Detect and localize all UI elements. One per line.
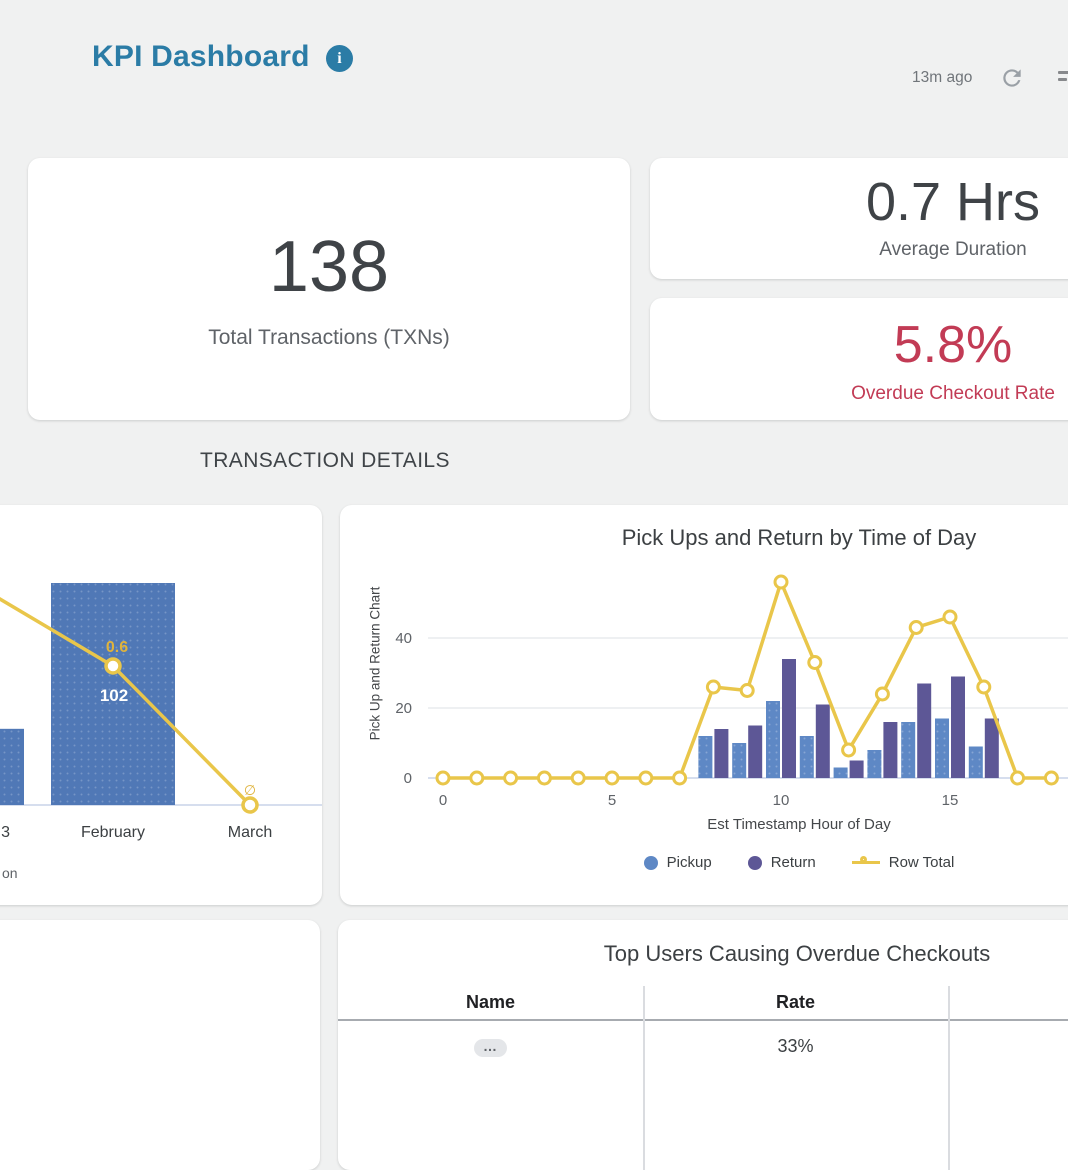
- filter-bar: [1058, 78, 1067, 81]
- pickup-dot-icon: [644, 856, 658, 870]
- monthly-transactions-chart[interactable]: 0.6 102 ∅ 3 February March on: [0, 505, 322, 905]
- refresh-icon[interactable]: [999, 65, 1025, 91]
- table-header-row: Name Rate: [338, 986, 1068, 1021]
- total-transactions-value: 138: [28, 230, 630, 306]
- legend-item-return[interactable]: Return: [748, 854, 816, 871]
- return-dot-icon: [748, 856, 762, 870]
- pickup-return-chart[interactable]: 0 20 40 0 5 10 15: [340, 505, 1068, 905]
- rate-cell: 33%: [643, 1036, 948, 1057]
- svg-text:February: February: [81, 824, 145, 841]
- svg-text:on: on: [2, 865, 18, 881]
- legend-label: Row Total: [889, 854, 955, 871]
- chart-legend: Pickup Return Row Total: [340, 854, 1068, 871]
- refresh-arrow-icon: [999, 65, 1025, 91]
- column-divider: [948, 986, 950, 1170]
- kpi-card-total-transactions: 138 Total Transactions (TXNs): [28, 158, 630, 420]
- table-row[interactable]: … 33%: [338, 1023, 1068, 1069]
- overdue-rate-label: Overdue Checkout Rate: [650, 383, 1068, 405]
- last-refresh-timestamp: 13m ago: [912, 69, 972, 87]
- section-title: TRANSACTION DETAILS: [200, 449, 450, 473]
- legend-label: Pickup: [667, 854, 712, 871]
- average-duration-value: 0.7 Hrs: [650, 174, 1068, 231]
- table-title: Top Users Causing Overdue Checkouts: [338, 941, 1068, 967]
- info-icon[interactable]: i: [326, 45, 353, 72]
- kpi-card-overdue-rate: 5.8% Overdue Checkout Rate: [650, 298, 1068, 420]
- legend-item-row-total[interactable]: Row Total: [852, 854, 955, 871]
- svg-text:102: 102: [100, 686, 128, 705]
- kpi-card-average-duration: 0.7 Hrs Average Duration: [650, 158, 1068, 279]
- legend-label: Return: [771, 854, 816, 871]
- svg-text:0: 0: [404, 770, 412, 787]
- svg-text:20: 20: [395, 700, 412, 717]
- total-transactions-label: Total Transactions (TXNs): [28, 326, 630, 350]
- svg-text:15: 15: [942, 792, 959, 809]
- top-users-table-card: Top Users Causing Overdue Checkouts Name…: [338, 920, 1068, 1170]
- svg-text:0.6: 0.6: [106, 639, 128, 656]
- user-name-cell: …: [338, 1035, 643, 1057]
- filter-bar: [1058, 71, 1068, 74]
- pickup-return-chart-card: Pick Ups and Return by Time of Day Pick …: [340, 505, 1068, 905]
- x-axis-label: Est Timestamp Hour of Day: [340, 816, 1068, 833]
- svg-text:5: 5: [608, 792, 616, 809]
- svg-text:0: 0: [439, 792, 447, 809]
- svg-text:40: 40: [395, 630, 412, 647]
- svg-text:March: March: [228, 824, 272, 841]
- overdue-rate-value: 5.8%: [650, 318, 1068, 373]
- column-divider: [643, 986, 645, 1170]
- page-title: KPI Dashboard: [92, 40, 310, 74]
- svg-text:∅: ∅: [244, 782, 256, 798]
- average-duration-label: Average Duration: [650, 239, 1068, 261]
- column-header-extra: [948, 986, 1068, 1019]
- column-header-rate: Rate: [643, 986, 948, 1019]
- truncated-name-pill[interactable]: …: [474, 1039, 507, 1057]
- svg-text:10: 10: [773, 792, 790, 809]
- legend-item-pickup[interactable]: Pickup: [644, 854, 712, 871]
- filter-list-icon[interactable]: [1058, 71, 1068, 81]
- bottom-left-card: [0, 920, 320, 1170]
- column-header-name: Name: [338, 986, 643, 1019]
- monthly-transactions-chart-card: 0.6 102 ∅ 3 February March on: [0, 505, 322, 905]
- row-total-line-icon: [852, 861, 880, 865]
- svg-text:3: 3: [1, 824, 10, 841]
